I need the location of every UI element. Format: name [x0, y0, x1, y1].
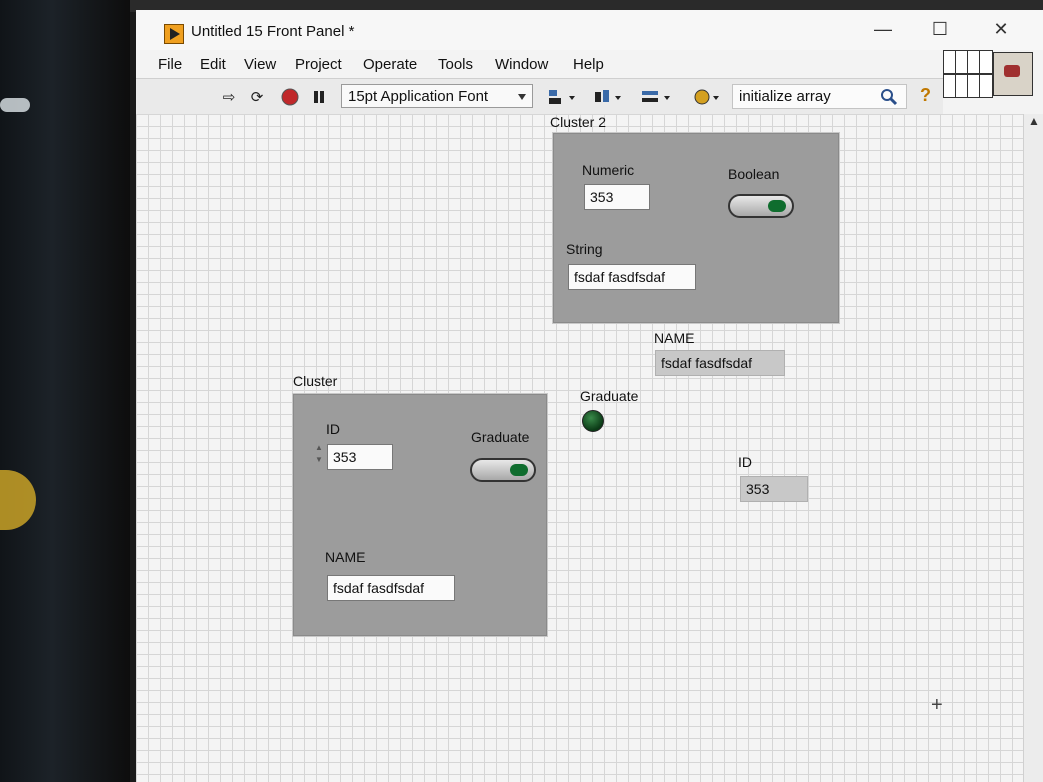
font-select[interactable]: 15pt Application Font [341, 84, 533, 108]
distribute-icon[interactable] [592, 87, 624, 107]
monitor-bezel [0, 0, 130, 782]
align-icon[interactable] [546, 87, 578, 107]
menu-edit[interactable]: Edit [200, 56, 226, 73]
front-panel-window: Untitled 15 Front Panel * — ☐ ✕ File Edi… [136, 10, 1043, 782]
close-button[interactable]: ✕ [981, 14, 1021, 44]
cluster-graduate-toggle[interactable] [470, 458, 536, 482]
labview-icon [164, 24, 184, 44]
cluster2-numeric-field[interactable]: 353 [584, 184, 650, 210]
cluster2-string-label: String [566, 241, 603, 257]
cluster-name-label: NAME [325, 549, 366, 565]
abort-icon[interactable] [279, 87, 301, 107]
menu-help[interactable]: Help [573, 56, 604, 73]
connector-pane[interactable] [943, 50, 993, 98]
scroll-up-icon[interactable]: ▲ [1028, 114, 1040, 128]
cluster2-string-field[interactable]: fsdaf fasdfsdaf [568, 264, 696, 290]
menu-tools[interactable]: Tools [438, 56, 473, 73]
cluster-id-field[interactable]: 353 [327, 444, 393, 470]
id-indicator-label: ID [738, 454, 752, 470]
name-indicator-label: NAME [654, 330, 695, 346]
window-title: Untitled 15 Front Panel * [191, 23, 355, 40]
menu-view[interactable]: View [244, 56, 276, 73]
cluster2-boolean-toggle[interactable] [728, 194, 794, 218]
menu-file[interactable]: File [158, 56, 182, 73]
menu-operate[interactable]: Operate [363, 56, 417, 73]
name-indicator-field: fsdaf fasdfsdaf [655, 350, 785, 376]
front-panel-canvas[interactable]: Cluster 2 Numeric 353 Boolean String fsd… [136, 114, 1023, 782]
help-icon[interactable]: ? [920, 85, 938, 107]
pause-icon[interactable] [308, 87, 330, 107]
run-arrow-icon[interactable]: ⇨ [218, 87, 240, 107]
minimize-button[interactable]: — [863, 14, 903, 44]
font-select-value: 15pt Application Font [348, 88, 489, 105]
chevron-down-icon [518, 94, 526, 100]
reorder-icon[interactable] [692, 87, 724, 107]
vertical-scrollbar[interactable]: ▲ [1023, 114, 1043, 782]
cluster2-box[interactable] [552, 132, 840, 324]
toolbar: ⇨ ⟳ 15pt Application Font initialize arr… [136, 78, 943, 116]
menu-window[interactable]: Window [495, 56, 548, 73]
menu-project[interactable]: Project [295, 56, 342, 73]
id-indicator-field: 353 [740, 476, 808, 502]
vi-icon[interactable] [993, 52, 1033, 96]
maximize-button[interactable]: ☐ [920, 14, 960, 44]
run-continuously-icon[interactable]: ⟳ [246, 87, 268, 107]
cluster-graduate-label: Graduate [471, 429, 530, 445]
cluster2-label: Cluster 2 [550, 114, 607, 130]
menu-bar: File Edit View Project Operate Tools Win… [136, 50, 936, 78]
cluster-id-label: ID [326, 421, 340, 437]
search-icon[interactable] [878, 87, 900, 107]
cluster-label: Cluster [293, 373, 338, 389]
background-light [0, 98, 30, 112]
resize-icon[interactable] [639, 87, 673, 107]
id-stepper[interactable]: ▲ ▼ [314, 442, 324, 470]
crosshair-cursor-icon: + [931, 694, 943, 716]
title-bar: Untitled 15 Front Panel * — ☐ ✕ [136, 10, 1043, 50]
cluster2-numeric-label: Numeric [582, 162, 635, 178]
cluster-name-field[interactable]: fsdaf fasdfsdaf [327, 575, 455, 601]
graduate-led [582, 410, 604, 432]
cluster2-boolean-label: Boolean [728, 166, 780, 182]
graduate-led-label: Graduate [580, 388, 639, 404]
